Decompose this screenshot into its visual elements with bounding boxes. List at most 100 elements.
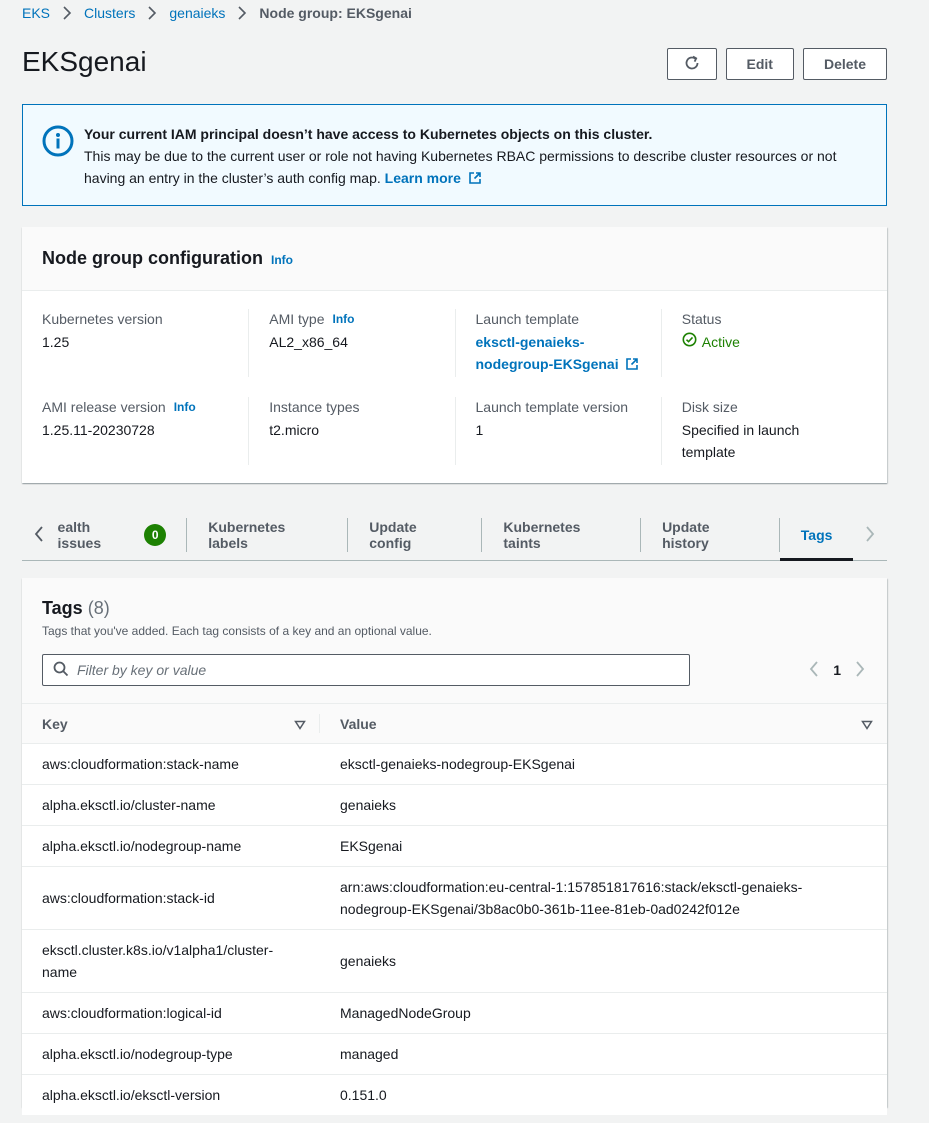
tag-key: aws:cloudformation:stack-name: [22, 743, 320, 785]
alert-body: This may be due to the current user or r…: [84, 145, 866, 189]
tabs-scroll-left-button[interactable]: [22, 510, 56, 560]
delete-button[interactable]: Delete: [802, 48, 887, 80]
breadcrumb-eks[interactable]: EKS: [22, 5, 50, 21]
tags-table: Key Value aws:cloudformation:stack-name …: [22, 703, 887, 1115]
disk-size-value-line1: Specified in launch: [681, 422, 800, 438]
tag-key: alpha.eksctl.io/nodegroup-type: [22, 1033, 320, 1075]
table-row: aws:cloudformation:stack-name eksctl-gen…: [22, 743, 887, 785]
breadcrumb-clusters[interactable]: Clusters: [84, 5, 135, 21]
tab-health-issues[interactable]: ealth issues 0: [56, 510, 188, 560]
status-value: Active: [701, 334, 740, 350]
launch-template-value-line2: nodegroup-EKSgenai: [475, 356, 619, 372]
tag-value: ManagedNodeGroup: [320, 992, 887, 1034]
info-circle-icon: [42, 125, 74, 160]
ami-release-value: 1.25.11-20230728: [42, 422, 155, 438]
iam-access-alert: Your current IAM principal doesn’t have …: [22, 104, 887, 206]
status-badge: Active: [682, 331, 740, 353]
tags-header: Tags (8) Tags that you've added. Each ta…: [22, 578, 887, 703]
tab-kubernetes-labels-label: Kubernetes labels: [208, 519, 286, 551]
tag-key: alpha.eksctl.io/cluster-name: [22, 784, 320, 826]
tags-title: Tags (8): [42, 598, 867, 619]
ami-type-info-link[interactable]: Info: [333, 309, 355, 329]
chevron-left-icon: [34, 525, 44, 545]
value-column-label: Value: [340, 715, 377, 732]
tag-key: aws:cloudformation:logical-id: [22, 992, 320, 1034]
launch-template-version-field: Launch template version 1: [454, 397, 661, 465]
node-group-configuration-card: Node group configuration Info Kubernetes…: [22, 227, 887, 483]
tag-value: arn:aws:cloudformation:eu-central-1:1578…: [320, 866, 887, 930]
tab-kubernetes-taints[interactable]: Kubernetes taints: [482, 510, 642, 560]
tag-key-line2: name: [42, 964, 78, 980]
tags-card: Tags (8) Tags that you've added. Each ta…: [22, 578, 887, 1115]
chevron-right-icon: [865, 525, 875, 545]
ami-release-label-row: AMI release version Info: [42, 397, 232, 417]
sort-caret-down-icon[interactable]: [861, 717, 873, 733]
config-card-title: Node group configuration: [42, 248, 263, 268]
refresh-button[interactable]: [666, 48, 717, 80]
config-info-link[interactable]: Info: [271, 253, 293, 267]
sort-caret-down-icon[interactable]: [294, 717, 306, 733]
tag-value: genaieks: [320, 929, 887, 993]
tab-update-history[interactable]: Update history: [641, 510, 780, 560]
tab-update-config[interactable]: Update config: [348, 510, 483, 560]
next-page-button[interactable]: [855, 660, 865, 680]
launch-template-version-label: Launch template version: [475, 399, 629, 415]
value-column-header[interactable]: Value: [320, 703, 887, 744]
instance-types-field: Instance types t2.micro: [248, 397, 454, 465]
key-column-label: Key: [42, 715, 68, 732]
learn-more-label: Learn more: [384, 170, 461, 186]
learn-more-link[interactable]: Learn more: [385, 170, 482, 186]
previous-page-button[interactable]: [809, 660, 819, 680]
page-title: EKSgenai: [22, 46, 147, 77]
check-circle-icon: [682, 331, 697, 353]
launch-template-link[interactable]: eksctl-genaieks- nodegroup-EKSgenai: [476, 331, 645, 375]
tag-value: EKSgenai: [320, 825, 887, 867]
ami-type-label-row: AMI type Info: [269, 309, 438, 329]
launch-template-value-line1: eksctl-genaieks-: [475, 334, 585, 350]
ami-release-info-link[interactable]: Info: [174, 397, 196, 417]
disk-size-field: Disk size Specified in launch template: [660, 397, 867, 465]
key-column-header[interactable]: Key: [22, 703, 320, 744]
tab-kubernetes-taints-label: Kubernetes taints: [503, 519, 581, 551]
launch-template-field: Launch template eksctl-genaieks- nodegro…: [454, 309, 661, 377]
tag-value-line1: arn:aws:cloudformation:eu-central-1:1578…: [340, 879, 803, 895]
tabs-scroll-right-button[interactable]: [853, 510, 887, 560]
table-row: alpha.eksctl.io/nodegroup-name EKSgenai: [22, 825, 887, 867]
ami-type-label: AMI type: [269, 311, 325, 327]
edit-button[interactable]: Edit: [725, 48, 794, 80]
tag-value-line2: nodegroup-EKSgenai/3b8ac0b0-361b-11ee-81…: [340, 901, 740, 917]
kubernetes-version-value: 1.25: [42, 334, 70, 350]
tab-update-config-label: Update config: [369, 519, 417, 551]
current-page-number[interactable]: 1: [833, 662, 841, 678]
chevron-right-icon: [237, 6, 247, 20]
tags-filter-input[interactable]: [77, 662, 637, 678]
launch-template-version-value: 1: [475, 422, 484, 438]
external-link-icon: [623, 356, 639, 372]
search-icon: [53, 661, 69, 680]
tags-table-header-row: Key Value: [22, 703, 887, 744]
tag-key: aws:cloudformation:stack-id: [22, 866, 320, 930]
ami-release-version-field: AMI release version Info 1.25.11-2023072…: [42, 397, 248, 465]
tag-value: managed: [320, 1033, 887, 1075]
kubernetes-version-field: Kubernetes version 1.25: [42, 309, 248, 377]
tag-value: eksctl-genaieks-nodegroup-EKSgenai: [320, 743, 887, 785]
tags-count: (8): [87, 598, 110, 618]
status-label: Status: [681, 311, 722, 327]
launch-template-label: Launch template: [475, 311, 580, 327]
external-link-icon: [465, 170, 482, 186]
tag-value: genaieks: [320, 784, 887, 826]
status-field: Status Active: [660, 309, 867, 377]
instance-types-value: t2.micro: [269, 422, 320, 438]
instance-types-label: Instance types: [269, 399, 360, 415]
tab-kubernetes-labels[interactable]: Kubernetes labels: [187, 510, 349, 560]
breadcrumb-cluster-genaieks[interactable]: genaieks: [169, 5, 225, 21]
ami-type-field: AMI type Info AL2_x86_64: [248, 309, 454, 377]
tags-title-text: Tags: [42, 598, 83, 618]
health-issues-count-badge: 0: [144, 524, 167, 546]
tag-key-line1: eksctl.cluster.k8s.io/v1alpha1/cluster-: [42, 942, 274, 958]
tags-filter: [42, 654, 690, 686]
tag-value: 0.151.0: [340, 1087, 387, 1103]
disk-size-value-line2: template: [681, 444, 736, 460]
details-tabs: ealth issues 0 Kubernetes labels Update …: [22, 510, 887, 561]
tab-tags[interactable]: Tags: [779, 510, 854, 561]
